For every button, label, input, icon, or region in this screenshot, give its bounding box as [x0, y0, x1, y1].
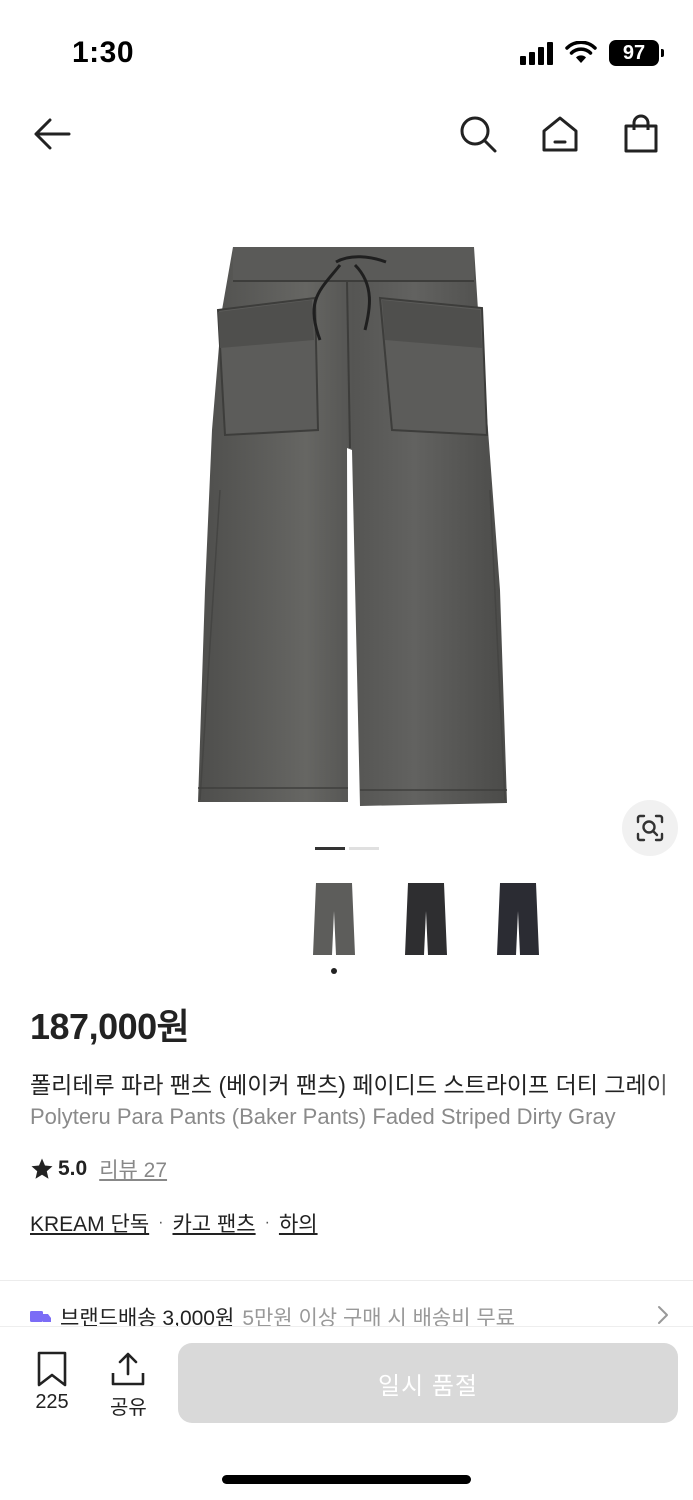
product-title-korean: 폴리테루 파라 팬츠 (베이커 팬츠) 페이디드 스트라이프 더티 그레이: [30, 1066, 693, 1100]
title-fade: [653, 1066, 693, 1100]
section-divider: [0, 1280, 693, 1281]
thumbnail-image: [405, 883, 447, 955]
share-label: 공유: [110, 1397, 147, 1419]
category-links: KREAM 단독 · 카고 팬츠 · 하의: [30, 1208, 318, 1238]
home-indicator: [222, 1475, 471, 1484]
thumbnail-image: [497, 883, 539, 955]
back-button[interactable]: [30, 112, 74, 156]
product-price: 187,000원: [30, 1006, 190, 1047]
rating-score: 5.0: [58, 1157, 88, 1180]
chevron-right-icon: [658, 1306, 668, 1324]
back-arrow-icon: [34, 118, 71, 150]
search-button[interactable]: [456, 112, 500, 156]
category-separator: ·: [264, 1214, 270, 1231]
rating-row: 5.0 리뷰 27: [30, 1154, 167, 1184]
battery-indicator: 97: [609, 40, 664, 66]
truck-icon: [30, 1311, 51, 1322]
product-image-carousel[interactable]: [0, 190, 693, 840]
star-icon: [31, 1158, 53, 1179]
product-title-english: Polyteru Para Pants (Baker Pants) Faded …: [30, 1104, 693, 1130]
category-link-kream-exclusive[interactable]: KREAM 단독: [30, 1208, 149, 1238]
home-icon: [542, 116, 578, 152]
product-image: [198, 247, 507, 806]
carousel-indicator-inactive: [349, 847, 379, 850]
top-nav: [0, 100, 693, 166]
carousel-indicator: [315, 847, 379, 850]
thumbnail-navy[interactable]: [484, 876, 552, 962]
product-title-korean-text: 폴리테루 파라 팬츠 (베이커 팬츠) 페이디드 스트라이프 더티 그레이: [30, 1072, 668, 1098]
bottom-action-bar: 225 공유 일시 품절: [0, 1326, 693, 1500]
product-title-english-text: Polyteru Para Pants (Baker Pants) Faded …: [30, 1104, 616, 1129]
status-bar: 1:30 97: [0, 0, 693, 100]
bookmark-count: 225: [35, 1391, 69, 1413]
lens-search-icon: [636, 814, 664, 842]
review-link[interactable]: 리뷰 27: [99, 1154, 167, 1184]
shopping-bag-icon: [624, 114, 658, 153]
status-time: 1:30: [72, 36, 135, 69]
cart-button[interactable]: [619, 112, 663, 156]
bookmark-icon: [37, 1351, 67, 1387]
category-link-bottoms[interactable]: 하의: [279, 1208, 318, 1238]
color-thumbnails: [300, 876, 552, 974]
category-link-cargo-pants[interactable]: 카고 팬츠: [172, 1208, 255, 1238]
search-icon: [460, 116, 497, 153]
status-indicators: 97: [520, 40, 664, 66]
thumbnail-image: [313, 883, 355, 955]
bookmark-button[interactable]: 225: [34, 1351, 70, 1414]
soldout-button[interactable]: 일시 품절: [178, 1343, 678, 1423]
carousel-indicator-active: [315, 847, 345, 850]
thumbnail-dirty-gray[interactable]: [300, 876, 368, 974]
lens-search-button[interactable]: [622, 800, 678, 856]
selected-dot: [331, 968, 337, 974]
category-separator: ·: [158, 1214, 164, 1231]
cellular-signal-icon: [520, 41, 553, 65]
thumbnail-charcoal[interactable]: [392, 876, 460, 962]
title-fade: [653, 1104, 693, 1130]
wifi-icon: [565, 41, 597, 63]
home-button[interactable]: [538, 112, 582, 156]
share-icon: [112, 1352, 145, 1386]
share-button[interactable]: 공유: [110, 1351, 147, 1420]
